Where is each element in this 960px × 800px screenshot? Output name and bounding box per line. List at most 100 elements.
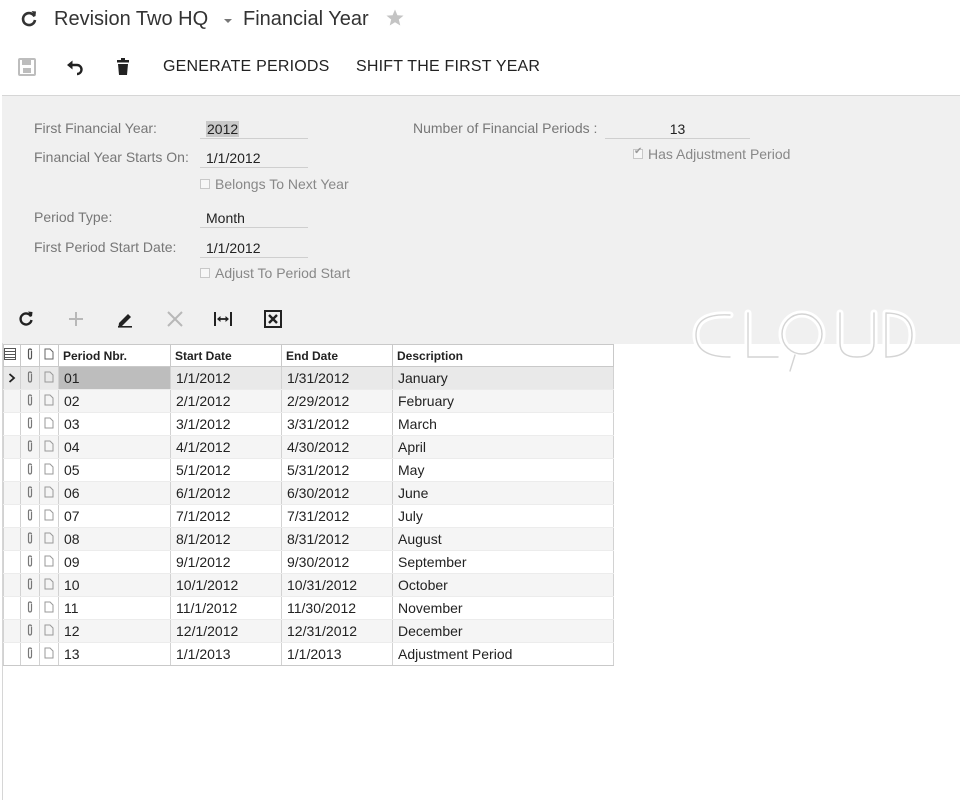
checkbox-icon[interactable] [200,179,210,189]
cell-period-nbr[interactable]: 07 [58,504,171,528]
paperclip-icon[interactable] [20,481,40,505]
shift-first-year-button[interactable]: SHIFT THE FIRST YEAR [356,58,540,76]
note-icon[interactable] [39,619,59,643]
cell-end-date[interactable]: 5/31/2012 [281,458,393,482]
adjust-to-period-start-checkbox[interactable]: Adjust To Period Start [200,265,350,281]
cell-period-nbr[interactable]: 03 [58,412,171,436]
cell-period-nbr[interactable]: 08 [58,527,171,551]
row-selector[interactable] [3,389,21,413]
cell-start-date[interactable]: 6/1/2012 [170,481,282,505]
cell-description[interactable]: February [392,389,614,413]
close-icon[interactable] [165,309,185,329]
cell-end-date[interactable]: 9/30/2012 [281,550,393,574]
cell-period-nbr[interactable]: 02 [58,389,171,413]
column-header-start-date[interactable]: Start Date [170,344,282,367]
cell-description[interactable]: April [392,435,614,459]
cell-period-nbr[interactable]: 10 [58,573,171,597]
cell-end-date[interactable]: 12/31/2012 [281,619,393,643]
paperclip-icon[interactable] [20,412,40,436]
table-row[interactable]: 07 7/1/2012 7/31/2012 July [3,504,614,528]
table-row[interactable]: 08 8/1/2012 8/31/2012 August [3,527,614,551]
cell-start-date[interactable]: 11/1/2012 [170,596,282,620]
fit-width-icon[interactable] [213,309,233,329]
cell-period-nbr[interactable]: 06 [58,481,171,505]
paperclip-icon[interactable] [20,435,40,459]
pencil-icon[interactable] [115,309,135,329]
row-selector[interactable] [3,504,21,528]
table-row[interactable]: 05 5/1/2012 5/31/2012 May [3,458,614,482]
cell-description[interactable]: March [392,412,614,436]
table-row[interactable]: 10 10/1/2012 10/31/2012 October [3,573,614,597]
cell-end-date[interactable]: 3/31/2012 [281,412,393,436]
cell-start-date[interactable]: 5/1/2012 [170,458,282,482]
cell-end-date[interactable]: 11/30/2012 [281,596,393,620]
row-selector[interactable] [3,642,21,666]
cell-description[interactable]: May [392,458,614,482]
cell-period-nbr[interactable]: 09 [58,550,171,574]
cell-period-nbr[interactable]: 01 [58,366,171,390]
table-row[interactable]: 11 11/1/2012 11/30/2012 November [3,596,614,620]
year-starts-on-field[interactable]: 1/1/2012 [200,148,308,168]
table-row[interactable]: 06 6/1/2012 6/30/2012 June [3,481,614,505]
paperclip-icon[interactable] [20,573,40,597]
cell-start-date[interactable]: 1/1/2012 [170,366,282,390]
cell-period-nbr[interactable]: 05 [58,458,171,482]
cell-start-date[interactable]: 9/1/2012 [170,550,282,574]
table-row[interactable]: 03 3/1/2012 3/31/2012 March [3,412,614,436]
cell-end-date[interactable]: 2/29/2012 [281,389,393,413]
note-icon[interactable] [39,642,59,666]
excel-export-icon[interactable] [263,309,283,329]
paperclip-icon[interactable] [20,619,40,643]
company-name[interactable]: Revision Two HQ [54,8,208,31]
cell-start-date[interactable]: 7/1/2012 [170,504,282,528]
cell-description[interactable]: July [392,504,614,528]
cell-end-date[interactable]: 8/31/2012 [281,527,393,551]
cell-period-nbr[interactable]: 13 [58,642,171,666]
cell-start-date[interactable]: 3/1/2012 [170,412,282,436]
has-adjustment-period-checkbox[interactable]: Has Adjustment Period [633,146,790,162]
note-icon[interactable] [39,435,59,459]
note-icon[interactable] [39,366,59,390]
row-selector[interactable] [3,573,21,597]
cell-period-nbr[interactable]: 04 [58,435,171,459]
cell-end-date[interactable]: 6/30/2012 [281,481,393,505]
table-row[interactable]: 12 12/1/2012 12/31/2012 December [3,619,614,643]
column-header-description[interactable]: Description [392,344,614,367]
plus-icon[interactable] [66,309,86,329]
cell-start-date[interactable]: 1/1/2013 [170,642,282,666]
paperclip-icon[interactable] [20,458,40,482]
grid-refresh-icon[interactable] [16,309,36,329]
cell-description[interactable]: Adjustment Period [392,642,614,666]
chevron-down-icon[interactable] [222,13,234,31]
cell-end-date[interactable]: 4/30/2012 [281,435,393,459]
note-icon[interactable] [39,596,59,620]
paperclip-icon[interactable] [20,504,40,528]
cell-start-date[interactable]: 2/1/2012 [170,389,282,413]
row-selector[interactable] [3,596,21,620]
note-icon[interactable] [39,527,59,551]
cell-start-date[interactable]: 4/1/2012 [170,435,282,459]
row-selector[interactable] [3,550,21,574]
paperclip-icon[interactable] [20,642,40,666]
cell-description[interactable]: January [392,366,614,390]
trash-icon[interactable] [113,57,133,77]
table-row[interactable]: 13 1/1/2013 1/1/2013 Adjustment Period [3,642,614,666]
cell-end-date[interactable]: 10/31/2012 [281,573,393,597]
row-selector-arrow-icon[interactable] [3,366,21,390]
cell-start-date[interactable]: 8/1/2012 [170,527,282,551]
undo-icon[interactable] [65,57,85,77]
star-icon[interactable] [385,8,405,33]
note-icon[interactable] [39,550,59,574]
num-periods-field[interactable]: 13 [605,119,750,139]
cell-description[interactable]: September [392,550,614,574]
cell-end-date[interactable]: 1/1/2013 [281,642,393,666]
row-selector[interactable] [3,458,21,482]
paperclip-icon[interactable] [20,366,40,390]
row-selector[interactable] [3,481,21,505]
note-icon[interactable] [39,389,59,413]
cell-description[interactable]: August [392,527,614,551]
table-row[interactable]: 02 2/1/2012 2/29/2012 February [3,389,614,413]
note-icon[interactable] [39,458,59,482]
note-icon[interactable] [39,504,59,528]
row-selector[interactable] [3,619,21,643]
